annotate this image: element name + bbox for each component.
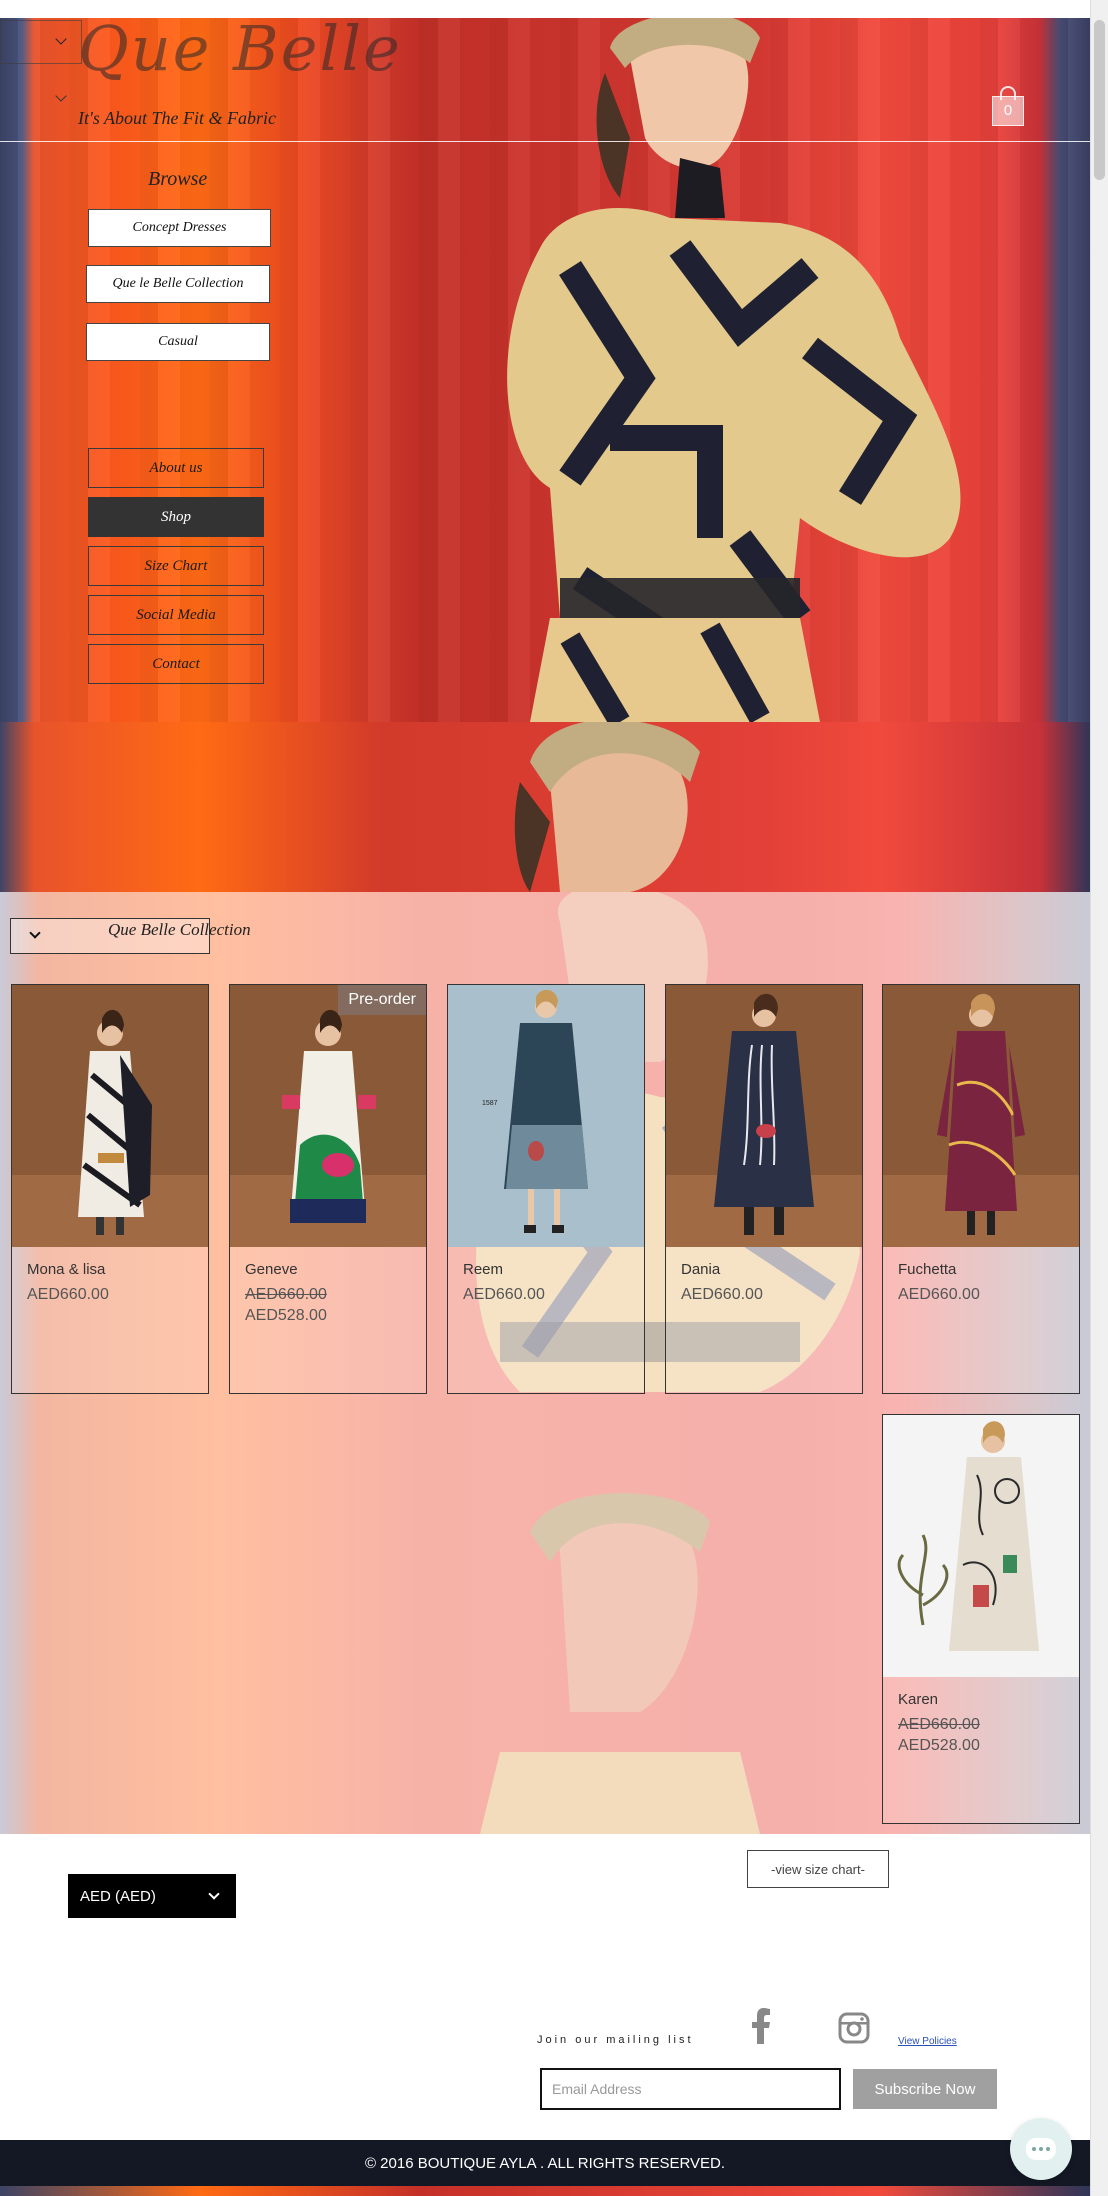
model-illustration-repeat [514,722,700,892]
nav-social-media[interactable]: Social Media [88,595,264,635]
email-input[interactable] [540,2068,841,2110]
product-original-price: AED660.00 [245,1286,327,1303]
browse-title: Browse [148,168,208,190]
header-divider [0,141,1090,142]
view-size-chart-button[interactable]: -view size chart- [747,1850,889,1888]
site-tagline: It's About The Fit & Fabric [78,108,277,128]
footer-bar: © 2016 BOUTIQUE AYLA . ALL RIGHTS RESERV… [0,2140,1090,2186]
chevron-down-icon [208,1888,220,1900]
site-logo[interactable]: Que Belle [78,12,402,85]
product-price: AED660.00 [681,1286,763,1303]
model-illustration [507,18,961,722]
chevron-down-icon [29,927,41,939]
page-scrollbar[interactable] [1090,0,1108,2196]
facebook-icon[interactable] [748,2008,774,2044]
product-sale-price: AED528.00 [898,1737,980,1754]
chat-widget-button[interactable] [1010,2118,1072,2180]
chevron-down-icon [55,33,67,45]
subscribe-button[interactable]: Subscribe Now [853,2069,997,2109]
scrollbar-thumb[interactable] [1094,20,1105,180]
svg-text:1587: 1587 [482,1100,498,1107]
product-name: Mona & lisa [27,1261,106,1278]
collection-title: Que Belle Collection [108,920,251,939]
product-image[interactable] [12,985,208,1247]
product-name: Dania [681,1261,721,1278]
product-image[interactable] [883,1415,1079,1677]
chat-bubble-icon [1026,2138,1056,2160]
mailing-list-label: Join our mailing list [537,2034,694,2046]
nav-about-us[interactable]: About us [88,448,264,488]
product-card-geneve[interactable]: Pre-order Geneve AED660.00 AED528.00 [229,984,427,1394]
product-price: AED660.00 [898,1286,980,1303]
product-card-mona-lisa[interactable]: Mona & lisa AED660.00 [11,984,209,1394]
product-card-karen[interactable]: Karen AED660.00 AED528.00 [882,1414,1080,1824]
browse-concept-dresses[interactable]: Concept Dresses [88,209,271,247]
product-image[interactable] [666,985,862,1247]
product-name: Fuchetta [898,1261,957,1278]
hero-repeat-band [0,722,1090,892]
product-card-fuchetta[interactable]: Fuchetta AED660.00 [882,984,1080,1394]
product-card-reem[interactable]: 1587 Reem AED660.00 [447,984,645,1394]
nav-contact[interactable]: Contact [88,644,264,684]
cart-button[interactable]: 0 [990,86,1026,126]
product-name: Geneve [245,1261,298,1278]
product-name: Reem [463,1261,504,1278]
browse-casual[interactable]: Casual [86,323,270,361]
product-image[interactable] [230,985,426,1247]
faded-model-illustration-2 [480,1493,760,1834]
product-original-price: AED660.00 [898,1716,980,1733]
product-name: Karen [898,1691,939,1708]
menu-toggle-button[interactable] [0,20,82,64]
product-image[interactable] [883,985,1079,1247]
currency-label: AED (AED) [80,1887,156,1905]
product-card-dania[interactable]: Dania AED660.00 [665,984,863,1394]
view-policies-link[interactable]: View Policies [898,2036,957,2047]
bottom-image-strip [0,2186,1090,2196]
nav-size-chart[interactable]: Size Chart [88,546,264,586]
browse-que-le-belle-collection[interactable]: Que le Belle Collection [86,265,270,303]
instagram-icon[interactable] [838,2012,870,2044]
cart-count: 0 [1003,102,1013,119]
product-sale-price: AED528.00 [245,1307,327,1324]
preorder-badge: Pre-order [338,985,426,1015]
product-image[interactable]: 1587 [448,985,644,1247]
product-price: AED660.00 [27,1286,109,1303]
copyright-text: © 2016 BOUTIQUE AYLA . ALL RIGHTS RESERV… [364,2154,726,2172]
nav-shop[interactable]: Shop [88,497,264,537]
product-price: AED660.00 [463,1286,545,1303]
currency-selector[interactable]: AED (AED) [68,1874,236,1918]
